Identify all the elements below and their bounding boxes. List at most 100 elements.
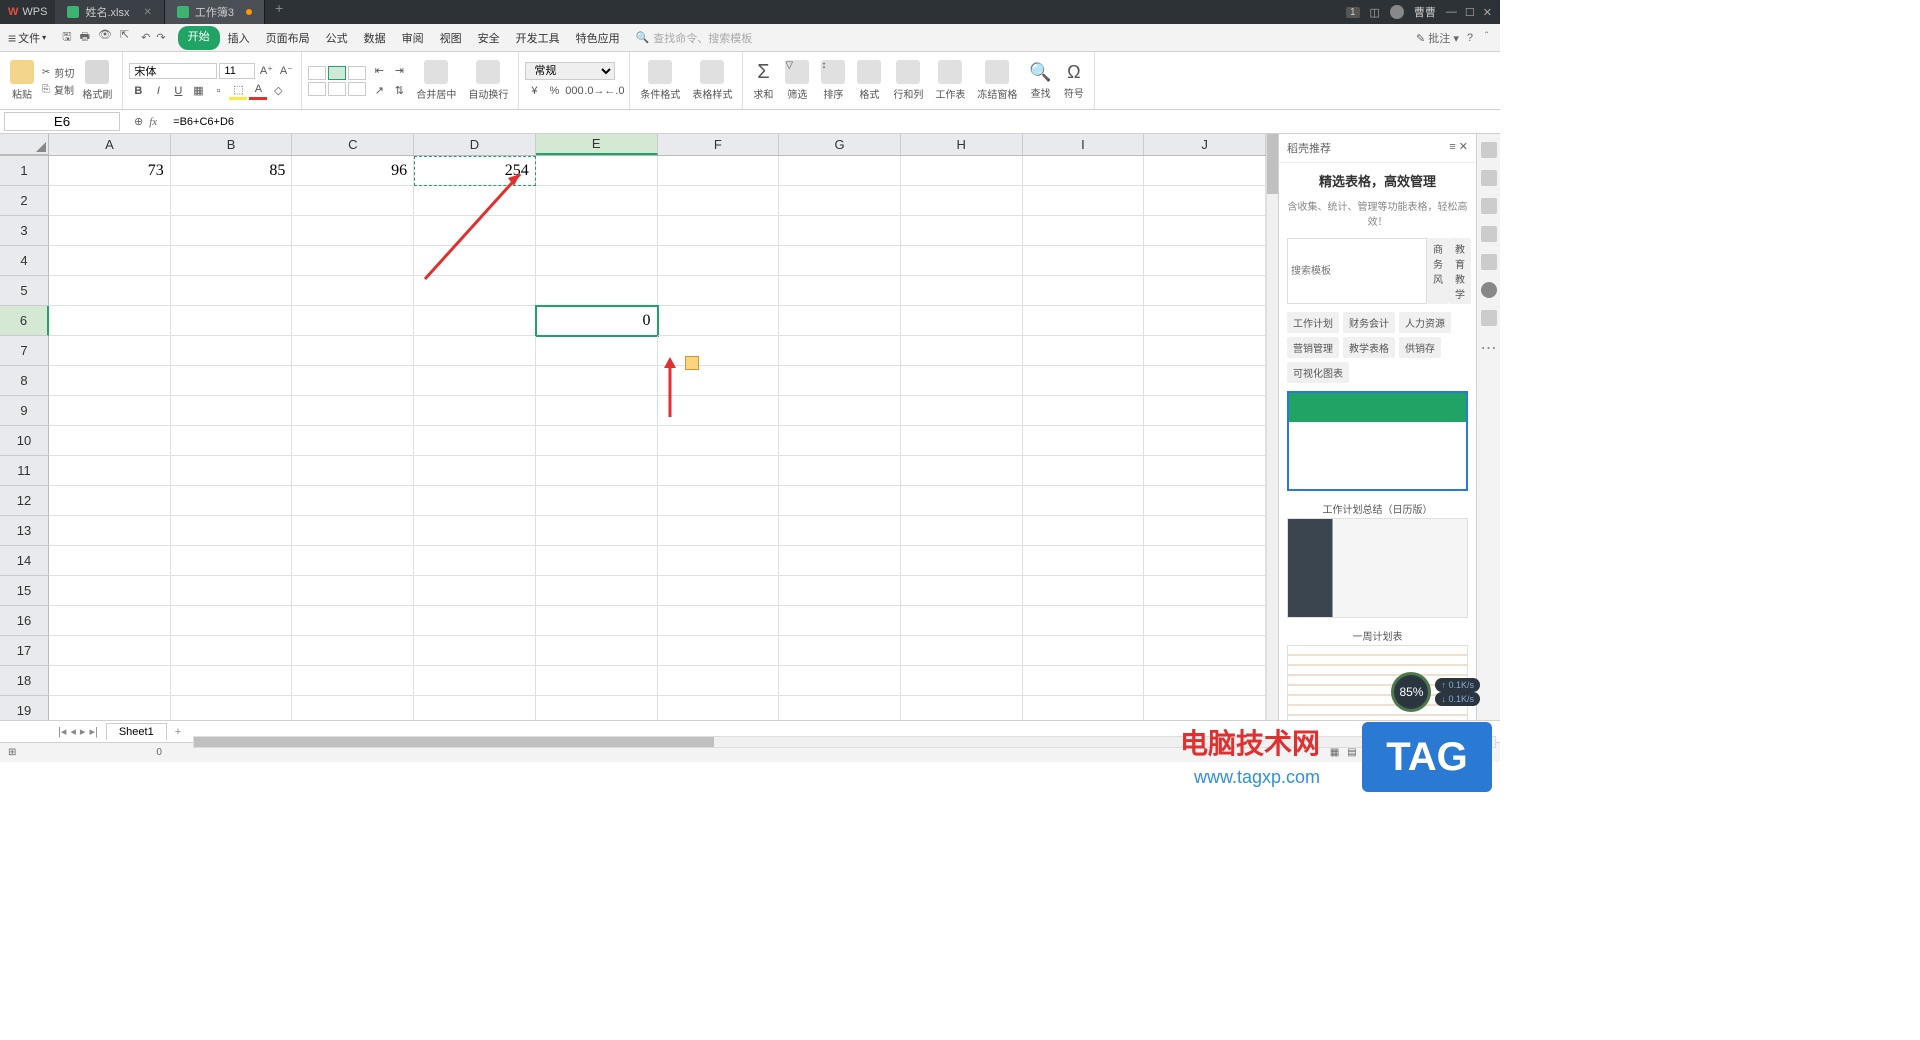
sort-button[interactable]: ↕排序 <box>817 56 849 105</box>
cell-J1[interactable] <box>1144 156 1266 186</box>
symbol-button[interactable]: Ω符号 <box>1060 58 1088 104</box>
cell-I2[interactable] <box>1023 186 1145 216</box>
col-header-H[interactable]: H <box>901 134 1023 155</box>
cell-F13[interactable] <box>658 516 780 546</box>
cell-J18[interactable] <box>1144 666 1266 696</box>
template-cat[interactable]: 教学表格 <box>1343 337 1395 358</box>
cell-C17[interactable] <box>292 636 414 666</box>
cell-G12[interactable] <box>779 486 901 516</box>
increase-decimal-icon[interactable]: .0→ <box>585 82 603 100</box>
bold-icon[interactable]: B <box>129 82 147 100</box>
template-cat[interactable]: 营销管理 <box>1287 337 1339 358</box>
row-header-17[interactable]: 17 <box>0 636 49 666</box>
align-bottom-icon[interactable] <box>348 66 366 80</box>
cell-I18[interactable] <box>1023 666 1145 696</box>
cell-F3[interactable] <box>658 216 780 246</box>
cell-D16[interactable] <box>414 606 536 636</box>
find-button[interactable]: 🔍查找 <box>1025 58 1055 104</box>
cell-D10[interactable] <box>414 426 536 456</box>
filter-button[interactable]: ▽筛选 <box>781 56 813 105</box>
link-icon[interactable] <box>1481 226 1497 242</box>
ribbon-tab-special[interactable]: 特色应用 <box>568 26 628 50</box>
cell-A11[interactable] <box>49 456 171 486</box>
col-header-B[interactable]: B <box>171 134 293 155</box>
cell-F5[interactable] <box>658 276 780 306</box>
cell-C4[interactable] <box>292 246 414 276</box>
name-box[interactable] <box>4 112 120 131</box>
cell-J17[interactable] <box>1144 636 1266 666</box>
row-header-13[interactable]: 13 <box>0 516 49 546</box>
cell-I15[interactable] <box>1023 576 1145 606</box>
ribbon-tab-dev[interactable]: 开发工具 <box>508 26 568 50</box>
cell-E12[interactable] <box>536 486 658 516</box>
add-sheet-button[interactable]: + <box>167 726 189 738</box>
cell-F14[interactable] <box>658 546 780 576</box>
row-header-15[interactable]: 15 <box>0 576 49 606</box>
cell-B2[interactable] <box>171 186 293 216</box>
cell-I7[interactable] <box>1023 336 1145 366</box>
template-top-tab-0[interactable]: 商务风 <box>1427 238 1449 304</box>
table-style-button[interactable]: 表格样式 <box>688 56 736 105</box>
row-header-1[interactable]: 1 <box>0 156 49 186</box>
cell-E15[interactable] <box>536 576 658 606</box>
cut-button[interactable]: ✂ 剪切 <box>42 65 74 80</box>
file-menu[interactable]: 文件▾ <box>18 30 46 46</box>
cell-G18[interactable] <box>779 666 901 696</box>
cell-G19[interactable] <box>779 696 901 720</box>
row-header-11[interactable]: 11 <box>0 456 49 486</box>
user-avatar-icon[interactable] <box>1390 5 1404 19</box>
cell-F7[interactable] <box>658 336 780 366</box>
cell-C3[interactable] <box>292 216 414 246</box>
cell-A18[interactable] <box>49 666 171 696</box>
cell-H14[interactable] <box>901 546 1023 576</box>
print-preview-icon[interactable]: 👁 <box>98 28 112 47</box>
comma-icon[interactable]: 000 <box>565 82 583 100</box>
print-icon[interactable]: 🖶 <box>80 28 90 47</box>
cell-E16[interactable] <box>536 606 658 636</box>
cond-format-button[interactable]: 条件格式 <box>636 56 684 105</box>
cell-B4[interactable] <box>171 246 293 276</box>
template-thumbnail[interactable] <box>1287 518 1468 618</box>
cell-J11[interactable] <box>1144 456 1266 486</box>
panel-close-icon[interactable]: ✕ <box>1459 141 1468 153</box>
border-icon[interactable]: ▦ <box>189 82 207 100</box>
cell-H16[interactable] <box>901 606 1023 636</box>
row-header-3[interactable]: 3 <box>0 216 49 246</box>
cell-B10[interactable] <box>171 426 293 456</box>
cell-J3[interactable] <box>1144 216 1266 246</box>
cell-D18[interactable] <box>414 666 536 696</box>
cell-A13[interactable] <box>49 516 171 546</box>
cell-C18[interactable] <box>292 666 414 696</box>
cell-J15[interactable] <box>1144 576 1266 606</box>
cell-F9[interactable] <box>658 396 780 426</box>
cell-C9[interactable] <box>292 396 414 426</box>
goto-icon[interactable]: ⊕ <box>134 115 143 128</box>
cell-I5[interactable] <box>1023 276 1145 306</box>
cell-G9[interactable] <box>779 396 901 426</box>
cell-B18[interactable] <box>171 666 293 696</box>
cell-A5[interactable] <box>49 276 171 306</box>
cell-F4[interactable] <box>658 246 780 276</box>
cell-A7[interactable] <box>49 336 171 366</box>
cell-G8[interactable] <box>779 366 901 396</box>
cell-A17[interactable] <box>49 636 171 666</box>
worksheet-button[interactable]: 工作表 <box>931 56 969 105</box>
ribbon-tab-layout[interactable]: 页面布局 <box>258 26 318 50</box>
cell-A12[interactable] <box>49 486 171 516</box>
ribbon-tab-review[interactable]: 审阅 <box>394 26 432 50</box>
col-header-E[interactable]: E <box>536 134 658 155</box>
align-middle-icon[interactable] <box>328 66 346 80</box>
cell-B16[interactable] <box>171 606 293 636</box>
cell-D13[interactable] <box>414 516 536 546</box>
minimize-button[interactable]: — <box>1446 6 1457 19</box>
col-header-I[interactable]: I <box>1023 134 1145 155</box>
cell-E18[interactable] <box>536 666 658 696</box>
cell-E5[interactable] <box>536 276 658 306</box>
cell-H5[interactable] <box>901 276 1023 306</box>
cell-D12[interactable] <box>414 486 536 516</box>
save-icon[interactable]: 🖫 <box>62 28 71 47</box>
cell-A10[interactable] <box>49 426 171 456</box>
cell-E6[interactable]: 0 <box>536 306 658 336</box>
font-size-input[interactable] <box>219 63 255 79</box>
ribbon-tab-security[interactable]: 安全 <box>470 26 508 50</box>
